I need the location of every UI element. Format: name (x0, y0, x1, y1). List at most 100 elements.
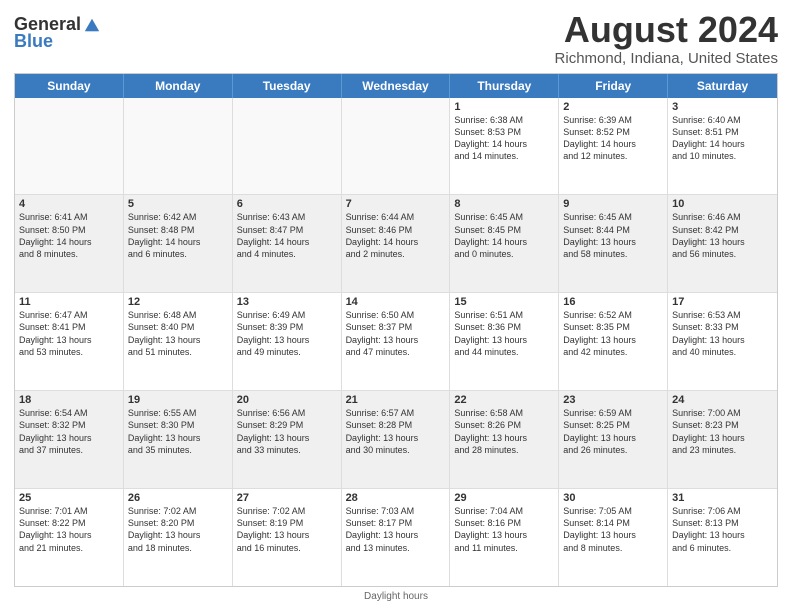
day-number: 25 (19, 492, 119, 504)
cell-info: Sunrise: 6:59 AM Sunset: 8:25 PM Dayligh… (563, 407, 663, 456)
day-number: 17 (672, 296, 773, 308)
logo-blue: Blue (14, 31, 53, 52)
day-number: 30 (563, 492, 663, 504)
calendar-cell (233, 98, 342, 195)
page-header: General Blue August 2024 Richmond, India… (14, 10, 778, 67)
logo: General Blue (14, 14, 101, 52)
day-number: 28 (346, 492, 446, 504)
calendar-header-cell: Saturday (668, 74, 777, 98)
cell-info: Sunrise: 6:39 AM Sunset: 8:52 PM Dayligh… (563, 114, 663, 163)
calendar-cell: 25Sunrise: 7:01 AM Sunset: 8:22 PM Dayli… (15, 489, 124, 586)
cell-info: Sunrise: 7:05 AM Sunset: 8:14 PM Dayligh… (563, 505, 663, 554)
cell-info: Sunrise: 6:48 AM Sunset: 8:40 PM Dayligh… (128, 309, 228, 358)
day-number: 2 (563, 101, 663, 113)
calendar-cell: 28Sunrise: 7:03 AM Sunset: 8:17 PM Dayli… (342, 489, 451, 586)
day-number: 5 (128, 198, 228, 210)
day-number: 23 (563, 394, 663, 406)
calendar-cell: 8Sunrise: 6:45 AM Sunset: 8:45 PM Daylig… (450, 195, 559, 292)
calendar-cell: 23Sunrise: 6:59 AM Sunset: 8:25 PM Dayli… (559, 391, 668, 488)
calendar-header-cell: Thursday (450, 74, 559, 98)
calendar-header-cell: Monday (124, 74, 233, 98)
calendar-cell: 6Sunrise: 6:43 AM Sunset: 8:47 PM Daylig… (233, 195, 342, 292)
logo-icon (83, 16, 101, 34)
calendar-header-cell: Tuesday (233, 74, 342, 98)
calendar-cell: 22Sunrise: 6:58 AM Sunset: 8:26 PM Dayli… (450, 391, 559, 488)
calendar-row: 25Sunrise: 7:01 AM Sunset: 8:22 PM Dayli… (15, 489, 777, 586)
cell-info: Sunrise: 6:49 AM Sunset: 8:39 PM Dayligh… (237, 309, 337, 358)
calendar-cell: 18Sunrise: 6:54 AM Sunset: 8:32 PM Dayli… (15, 391, 124, 488)
cell-info: Sunrise: 7:02 AM Sunset: 8:19 PM Dayligh… (237, 505, 337, 554)
day-number: 27 (237, 492, 337, 504)
day-number: 29 (454, 492, 554, 504)
day-number: 13 (237, 296, 337, 308)
day-number: 15 (454, 296, 554, 308)
calendar-header-row: SundayMondayTuesdayWednesdayThursdayFrid… (15, 74, 777, 98)
day-number: 24 (672, 394, 773, 406)
calendar-cell: 1Sunrise: 6:38 AM Sunset: 8:53 PM Daylig… (450, 98, 559, 195)
day-number: 18 (19, 394, 119, 406)
cell-info: Sunrise: 6:51 AM Sunset: 8:36 PM Dayligh… (454, 309, 554, 358)
calendar-row: 4Sunrise: 6:41 AM Sunset: 8:50 PM Daylig… (15, 195, 777, 293)
calendar-cell: 17Sunrise: 6:53 AM Sunset: 8:33 PM Dayli… (668, 293, 777, 390)
calendar-cell: 7Sunrise: 6:44 AM Sunset: 8:46 PM Daylig… (342, 195, 451, 292)
calendar-body: 1Sunrise: 6:38 AM Sunset: 8:53 PM Daylig… (15, 98, 777, 586)
calendar-cell: 2Sunrise: 6:39 AM Sunset: 8:52 PM Daylig… (559, 98, 668, 195)
calendar-cell: 16Sunrise: 6:52 AM Sunset: 8:35 PM Dayli… (559, 293, 668, 390)
day-number: 26 (128, 492, 228, 504)
calendar-row: 1Sunrise: 6:38 AM Sunset: 8:53 PM Daylig… (15, 98, 777, 196)
cell-info: Sunrise: 7:00 AM Sunset: 8:23 PM Dayligh… (672, 407, 773, 456)
cell-info: Sunrise: 6:53 AM Sunset: 8:33 PM Dayligh… (672, 309, 773, 358)
calendar-cell: 26Sunrise: 7:02 AM Sunset: 8:20 PM Dayli… (124, 489, 233, 586)
calendar-header-cell: Friday (559, 74, 668, 98)
cell-info: Sunrise: 6:56 AM Sunset: 8:29 PM Dayligh… (237, 407, 337, 456)
day-number: 1 (454, 101, 554, 113)
calendar-cell: 30Sunrise: 7:05 AM Sunset: 8:14 PM Dayli… (559, 489, 668, 586)
day-number: 31 (672, 492, 773, 504)
calendar-cell: 15Sunrise: 6:51 AM Sunset: 8:36 PM Dayli… (450, 293, 559, 390)
cell-info: Sunrise: 6:45 AM Sunset: 8:45 PM Dayligh… (454, 211, 554, 260)
footer-note: Daylight hours (14, 591, 778, 602)
cell-info: Sunrise: 6:38 AM Sunset: 8:53 PM Dayligh… (454, 114, 554, 163)
cell-info: Sunrise: 6:44 AM Sunset: 8:46 PM Dayligh… (346, 211, 446, 260)
calendar-cell: 3Sunrise: 6:40 AM Sunset: 8:51 PM Daylig… (668, 98, 777, 195)
calendar-header-cell: Wednesday (342, 74, 451, 98)
cell-info: Sunrise: 7:01 AM Sunset: 8:22 PM Dayligh… (19, 505, 119, 554)
cell-info: Sunrise: 6:45 AM Sunset: 8:44 PM Dayligh… (563, 211, 663, 260)
calendar-cell: 14Sunrise: 6:50 AM Sunset: 8:37 PM Dayli… (342, 293, 451, 390)
calendar-cell: 20Sunrise: 6:56 AM Sunset: 8:29 PM Dayli… (233, 391, 342, 488)
calendar-row: 18Sunrise: 6:54 AM Sunset: 8:32 PM Dayli… (15, 391, 777, 489)
day-number: 9 (563, 198, 663, 210)
calendar: SundayMondayTuesdayWednesdayThursdayFrid… (14, 73, 778, 587)
cell-info: Sunrise: 6:57 AM Sunset: 8:28 PM Dayligh… (346, 407, 446, 456)
calendar-row: 11Sunrise: 6:47 AM Sunset: 8:41 PM Dayli… (15, 293, 777, 391)
day-number: 7 (346, 198, 446, 210)
subtitle: Richmond, Indiana, United States (555, 50, 778, 67)
day-number: 6 (237, 198, 337, 210)
cell-info: Sunrise: 6:40 AM Sunset: 8:51 PM Dayligh… (672, 114, 773, 163)
day-number: 22 (454, 394, 554, 406)
calendar-cell: 13Sunrise: 6:49 AM Sunset: 8:39 PM Dayli… (233, 293, 342, 390)
calendar-cell: 10Sunrise: 6:46 AM Sunset: 8:42 PM Dayli… (668, 195, 777, 292)
cell-info: Sunrise: 6:58 AM Sunset: 8:26 PM Dayligh… (454, 407, 554, 456)
calendar-cell: 27Sunrise: 7:02 AM Sunset: 8:19 PM Dayli… (233, 489, 342, 586)
calendar-cell (342, 98, 451, 195)
cell-info: Sunrise: 7:03 AM Sunset: 8:17 PM Dayligh… (346, 505, 446, 554)
day-number: 3 (672, 101, 773, 113)
calendar-cell: 5Sunrise: 6:42 AM Sunset: 8:48 PM Daylig… (124, 195, 233, 292)
cell-info: Sunrise: 6:47 AM Sunset: 8:41 PM Dayligh… (19, 309, 119, 358)
calendar-cell: 24Sunrise: 7:00 AM Sunset: 8:23 PM Dayli… (668, 391, 777, 488)
calendar-cell: 12Sunrise: 6:48 AM Sunset: 8:40 PM Dayli… (124, 293, 233, 390)
calendar-cell: 31Sunrise: 7:06 AM Sunset: 8:13 PM Dayli… (668, 489, 777, 586)
cell-info: Sunrise: 6:46 AM Sunset: 8:42 PM Dayligh… (672, 211, 773, 260)
day-number: 4 (19, 198, 119, 210)
cell-info: Sunrise: 7:02 AM Sunset: 8:20 PM Dayligh… (128, 505, 228, 554)
calendar-cell: 4Sunrise: 6:41 AM Sunset: 8:50 PM Daylig… (15, 195, 124, 292)
cell-info: Sunrise: 6:42 AM Sunset: 8:48 PM Dayligh… (128, 211, 228, 260)
cell-info: Sunrise: 6:50 AM Sunset: 8:37 PM Dayligh… (346, 309, 446, 358)
cell-info: Sunrise: 7:06 AM Sunset: 8:13 PM Dayligh… (672, 505, 773, 554)
calendar-cell: 29Sunrise: 7:04 AM Sunset: 8:16 PM Dayli… (450, 489, 559, 586)
main-title: August 2024 (555, 10, 778, 50)
cell-info: Sunrise: 7:04 AM Sunset: 8:16 PM Dayligh… (454, 505, 554, 554)
day-number: 12 (128, 296, 228, 308)
calendar-cell (15, 98, 124, 195)
